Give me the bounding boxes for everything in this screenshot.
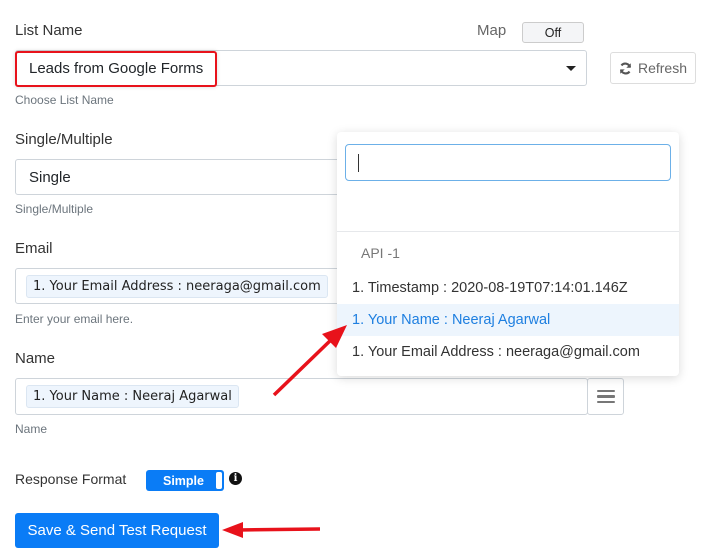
email-chip[interactable]: 1. Your Email Address : neeraga@gmail.co… [26, 274, 328, 298]
field-menu-button[interactable] [587, 378, 624, 415]
annotation-arrow-to-save [222, 522, 321, 538]
dropdown-search-input[interactable] [345, 144, 671, 181]
map-toggle[interactable]: Off [522, 22, 584, 43]
hamburger-icon-bar [596, 400, 615, 404]
info-icon[interactable]: i [229, 472, 242, 485]
email-label: Email [15, 240, 53, 257]
email-help: Enter your email here. [15, 312, 134, 326]
field-picker-dropdown: API -1 1. Timestamp : 2020-08-19T07:14:0… [337, 132, 679, 376]
response-format-toggle[interactable]: Simple [146, 470, 224, 491]
map-label: Map [477, 22, 507, 39]
dropdown-option[interactable]: 1. Timestamp : 2020-08-19T07:14:01.146Z [337, 272, 679, 304]
single-multiple-value: Single [29, 168, 71, 186]
name-help: Name [15, 422, 48, 436]
dropdown-divider [337, 231, 679, 232]
single-multiple-help: Single/Multiple [15, 202, 94, 216]
name-field[interactable]: 1. Your Name : Neeraj Agarwal [15, 378, 588, 415]
dropdown-option[interactable]: 1. Your Email Address : neeraga@gmail.co… [337, 336, 679, 368]
save-send-test-request-button[interactable]: Save & Send Test Request [15, 513, 219, 548]
list-name-label: List Name [15, 22, 83, 39]
hamburger-icon-bar [596, 395, 615, 398]
name-chip[interactable]: 1. Your Name : Neeraj Agarwal [26, 385, 239, 408]
refresh-label: Refresh [637, 60, 688, 76]
refresh-button[interactable]: Refresh [610, 52, 696, 84]
toggle-knob [216, 472, 222, 489]
list-name-help: Choose List Name [15, 93, 114, 107]
single-multiple-label: Single/Multiple [15, 131, 113, 148]
text-cursor [358, 154, 359, 172]
response-format-value: Simple [163, 473, 204, 488]
name-label: Name [15, 350, 56, 367]
chevron-down-icon [566, 66, 576, 71]
dropdown-group-label: API -1 [361, 245, 400, 261]
dropdown-option-active[interactable]: 1. Your Name : Neeraj Agarwal [337, 304, 679, 336]
annotation-highlight-box [15, 51, 217, 87]
refresh-icon [619, 62, 631, 74]
hamburger-icon-bar [596, 389, 615, 393]
response-format-label: Response Format [15, 471, 127, 487]
